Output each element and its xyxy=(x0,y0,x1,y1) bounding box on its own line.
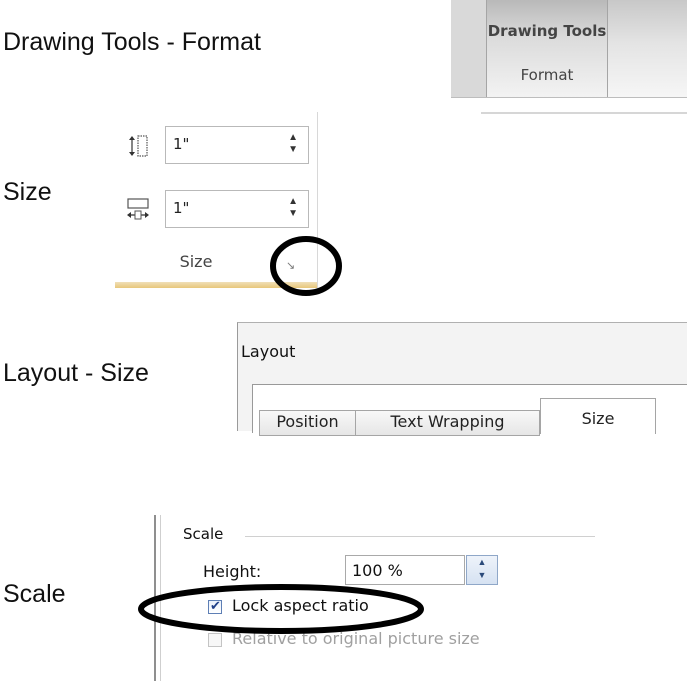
ribbon-left-edge xyxy=(451,0,486,97)
shape-width-icon xyxy=(127,198,149,220)
drawing-tools-ribbon: Drawing Tools Format xyxy=(451,0,687,115)
drawing-tools-format-tab[interactable]: Drawing Tools Format xyxy=(486,0,608,98)
scale-height-value[interactable]: 100 % xyxy=(352,561,403,580)
caption-drawing-tools-format: Drawing Tools - Format xyxy=(3,28,261,56)
highlight-circle xyxy=(270,236,342,296)
scale-heading: Scale xyxy=(183,525,224,543)
dialog-title: Layout xyxy=(241,342,296,361)
caption-layout-size: Layout - Size xyxy=(3,359,149,387)
highlight-ellipse xyxy=(138,584,424,634)
contextual-tab-title: Drawing Tools xyxy=(487,22,607,40)
shape-height-spinner[interactable]: 1" ▲ ▼ xyxy=(165,126,309,164)
shape-width-spinner[interactable]: 1" ▲ ▼ xyxy=(165,190,309,228)
spinner-arrows-icon[interactable]: ▲ ▼ xyxy=(288,132,298,156)
scale-height-label: Height: xyxy=(203,562,262,581)
format-tab-label[interactable]: Format xyxy=(487,66,607,84)
size-group-label: Size xyxy=(179,252,213,271)
tab-text-wrapping[interactable]: Text Wrapping xyxy=(355,410,540,436)
caption-size: Size xyxy=(3,178,52,206)
shape-height-icon xyxy=(129,135,148,157)
ribbon-divider xyxy=(481,112,687,114)
section-divider xyxy=(245,536,595,537)
ribbon-divider xyxy=(451,97,687,98)
tab-size[interactable]: Size xyxy=(540,398,656,434)
shape-width-value[interactable]: 1" xyxy=(173,199,189,217)
caption-scale: Scale xyxy=(3,580,66,608)
spinner-arrows-icon[interactable]: ▲ ▼ xyxy=(288,196,298,220)
scale-height-spinner-icon[interactable]: ▲ ▼ xyxy=(466,555,498,585)
tab-position[interactable]: Position xyxy=(259,410,356,436)
layout-dialog: Layout Position Text Wrapping Size xyxy=(237,322,687,436)
shape-height-value[interactable]: 1" xyxy=(173,135,189,153)
